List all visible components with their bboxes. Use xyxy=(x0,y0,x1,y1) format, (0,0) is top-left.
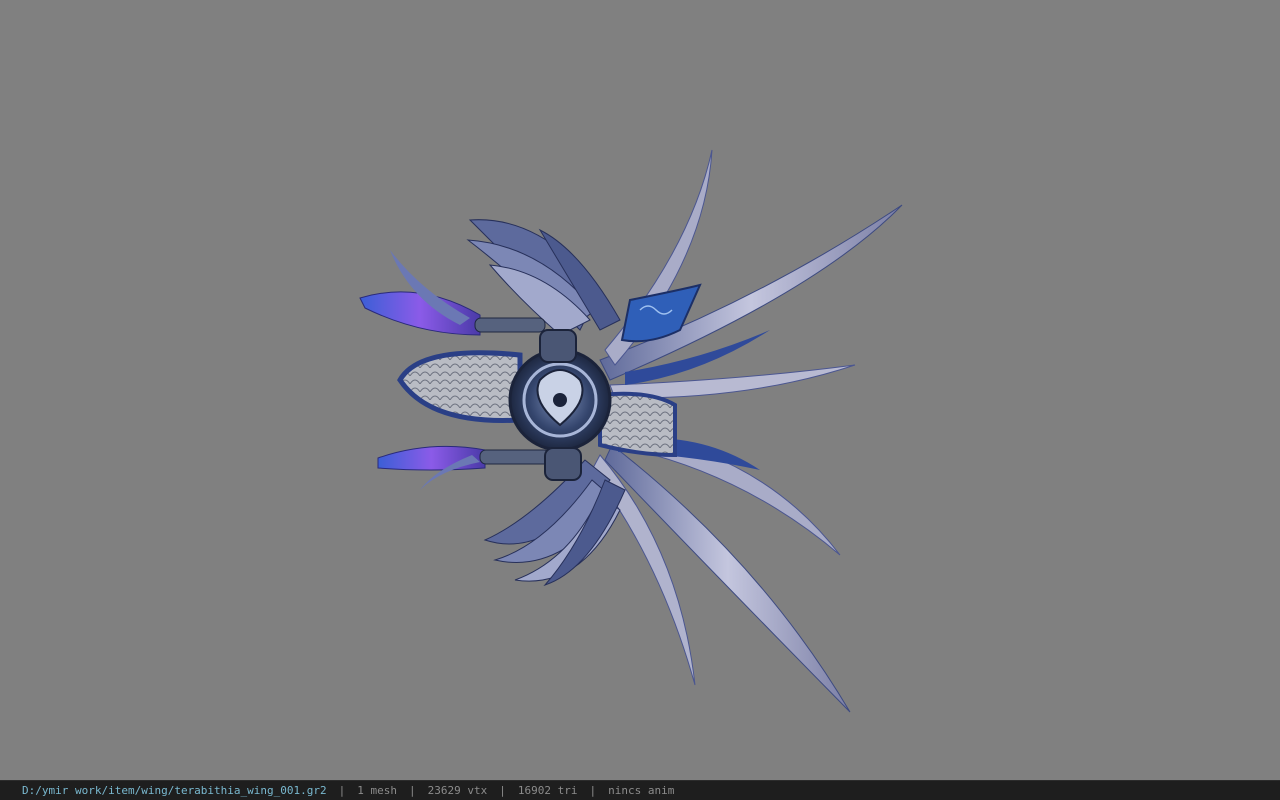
status-bar: D:/ymir work/item/wing/terabithia_wing_0… xyxy=(0,780,1280,800)
model-viewport[interactable] xyxy=(0,0,1280,780)
wing-model xyxy=(359,149,903,713)
file-path: D:/ymir work/item/wing/terabithia_wing_0… xyxy=(22,784,327,797)
separator: | xyxy=(338,784,346,797)
separator: | xyxy=(499,784,506,797)
separator: | xyxy=(409,784,416,797)
triangle-count: 16902 tri xyxy=(517,784,578,797)
mesh-count: 1 mesh xyxy=(357,784,398,797)
separator: | xyxy=(589,784,597,797)
vertex-count: 23629 vtx xyxy=(427,784,488,797)
animation-status: nincs anim xyxy=(608,784,675,797)
